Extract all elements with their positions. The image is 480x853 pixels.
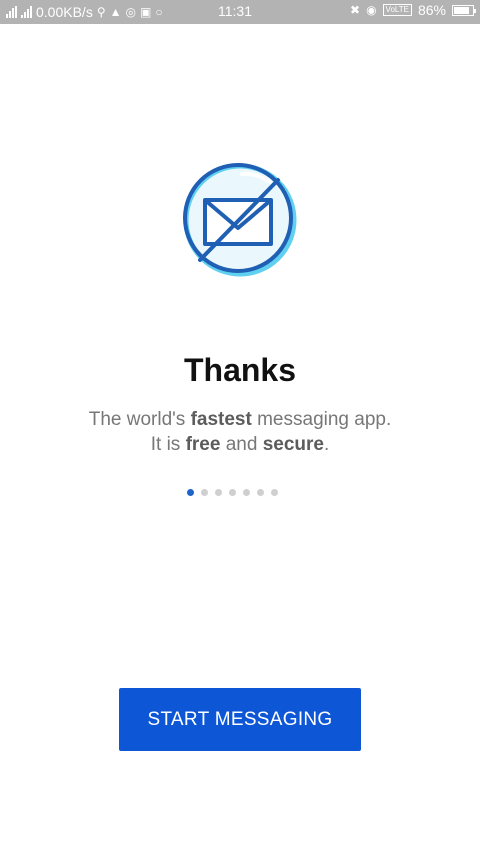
onboarding-description: The world's fastest messaging app. It is… [0,407,480,457]
status-right: ✖ ◉ VoLTE 86% [350,2,476,18]
status-left: 0.00KB/s ⚲ ▲ ◎ ▣ ○ [6,4,163,20]
sim2-signal-icon [21,6,32,18]
page-title: Thanks [183,352,297,388]
search-icon: ○ [155,5,163,19]
whatsapp-icon: ◎ [125,5,136,19]
battery-percent: 86% [417,2,446,18]
page-dot [243,489,250,496]
page-indicator [187,489,278,496]
notification-icon: ⚲ [96,5,106,19]
page-dot [215,489,222,496]
status-time: 11:31 [218,3,252,19]
envelope-crossed-icon [183,163,297,277]
page-dot [201,489,208,496]
network-speed: 0.00KB/s [36,4,93,20]
sim1-signal-icon [6,6,17,18]
mute-icon: ✖ [350,3,361,17]
battery-icon [452,4,476,16]
start-messaging-button[interactable]: START MESSAGING [119,688,361,751]
page-dot [229,489,236,496]
youtube-icon: ▣ [140,5,152,19]
page-dot-active [187,489,194,496]
eye-icon: ◉ [366,3,377,17]
warning-icon: ▲ [109,5,122,19]
page-dot [271,489,278,496]
page-dot [257,489,264,496]
volte-badge: VoLTE [382,4,412,16]
description-line-1: The world's fastest messaging app. [88,409,392,430]
status-bar: 0.00KB/s ⚲ ▲ ◎ ▣ ○ 11:31 ✖ ◉ VoLTE 86% [0,0,480,24]
description-line-2: It is free and secure. [150,434,330,455]
